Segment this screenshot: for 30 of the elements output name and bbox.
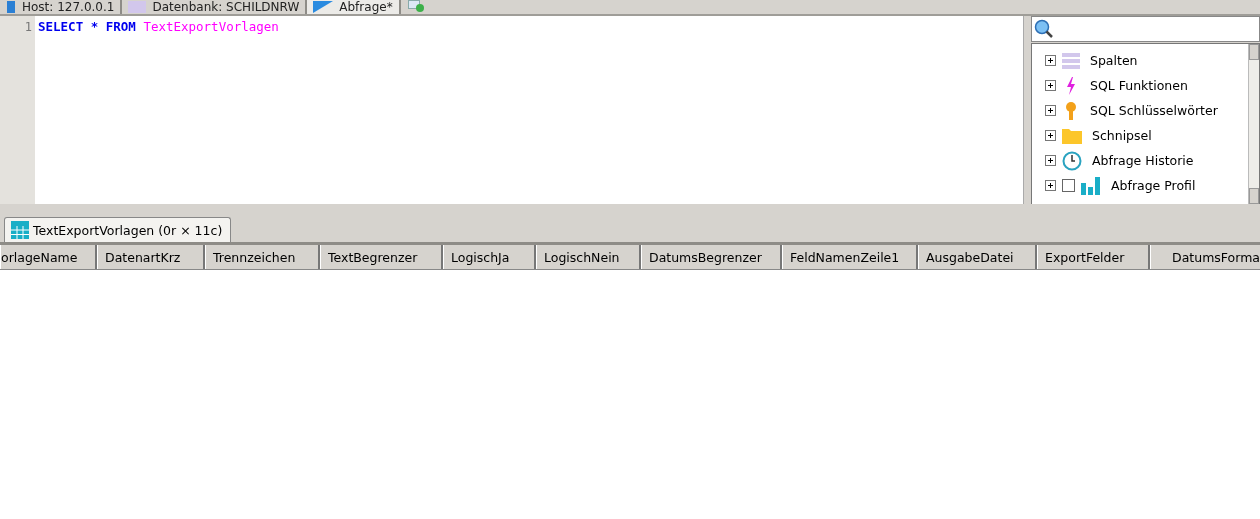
tree-item[interactable]: Spalten (1090, 53, 1138, 68)
expand-toggle[interactable] (1045, 180, 1056, 191)
play-icon (313, 1, 334, 13)
tree-item[interactable]: SQL Funktionen (1090, 78, 1188, 93)
folder-icon (1062, 126, 1082, 145)
tree-item[interactable]: SQL Schlüsselwörter (1090, 103, 1218, 118)
table-icon (11, 221, 29, 239)
database-icon (128, 1, 147, 13)
column-header[interactable]: DatumsForma (1150, 245, 1260, 269)
tree-item[interactable]: Schnipsel (1092, 128, 1152, 143)
bar-chart-icon (1081, 176, 1101, 195)
clock-icon (1062, 150, 1082, 171)
expand-toggle[interactable] (1045, 55, 1056, 66)
sql-query: SELECT * FROM TextExportVorlagen (38, 19, 279, 34)
expand-toggle[interactable] (1045, 155, 1056, 166)
expand-toggle[interactable] (1045, 130, 1056, 141)
search-icon (1034, 19, 1054, 39)
search-field[interactable] (1031, 16, 1260, 42)
expand-toggle[interactable] (1045, 105, 1056, 116)
expand-toggle[interactable] (1045, 80, 1056, 91)
line-number: 1 (24, 20, 32, 34)
columns-icon (1062, 51, 1080, 70)
tab[interactable]: Abfrage* (307, 0, 401, 14)
sql-editor[interactable]: SELECT * FROM TextExportVorlagen (35, 16, 1024, 204)
server-icon (6, 1, 16, 13)
result-tab[interactable]: TextExportVorlagen (0r × 11c) (4, 217, 232, 242)
tree-item[interactable]: Abfrage Profil (1111, 178, 1196, 193)
checkbox[interactable] (1062, 179, 1075, 192)
tree-item[interactable]: Abfrage Historie (1092, 153, 1194, 168)
scrollbar[interactable] (1248, 44, 1259, 204)
